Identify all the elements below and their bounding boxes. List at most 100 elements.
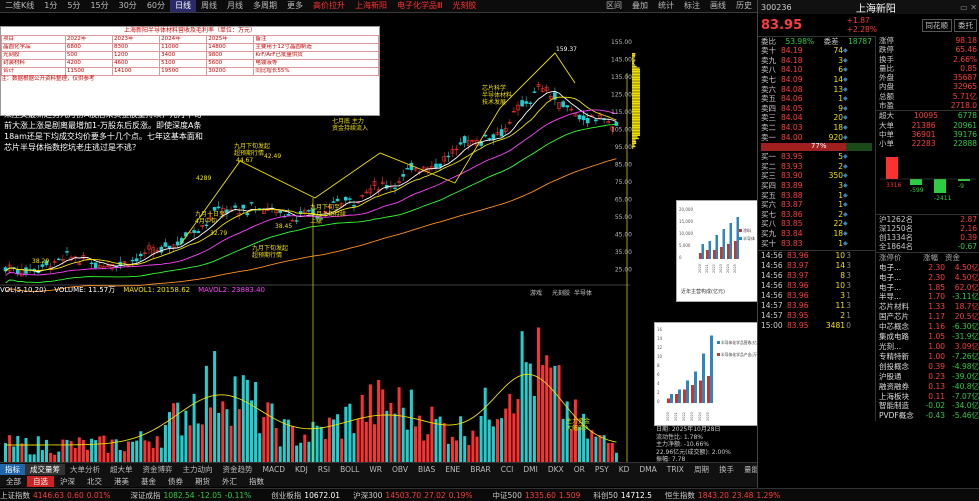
chart-tab-1[interactable]: 1分: [39, 0, 62, 12]
indicator-tab-2[interactable]: 大单分析: [65, 464, 105, 475]
chart-tab-6[interactable]: 日线: [170, 0, 196, 12]
indicator-tab-22[interactable]: DMA: [634, 465, 661, 474]
sell-order-row[interactable]: 卖七 84.09 14 ◆: [758, 75, 875, 85]
buy-order-row[interactable]: 买四 83.89 3 ◆: [758, 181, 875, 191]
indicator-tab-7[interactable]: MACD: [258, 465, 290, 474]
sector-row[interactable]: 专精特新 1.00 -7.26亿: [876, 352, 979, 362]
buy-order-row[interactable]: 买六 83.87 1 ◆: [758, 200, 875, 210]
chart-tab-3[interactable]: 15分: [85, 0, 113, 12]
sector-row[interactable]: 电子... 2.30 4.50亿: [876, 263, 979, 273]
market-tab-4[interactable]: 港美: [108, 476, 135, 487]
indicator-tab-11[interactable]: WR: [364, 465, 387, 474]
indicator-tab-9[interactable]: RSI: [313, 465, 335, 474]
chart-tab-0[interactable]: 二维K线: [0, 0, 39, 12]
indicator-tab-18[interactable]: DKX: [543, 465, 569, 474]
index-ticker-6[interactable]: 恒生指数 1843.20 23.48 1.29%: [665, 490, 790, 501]
stock-tag-3[interactable]: 光刻胶: [448, 0, 482, 12]
sell-order-row[interactable]: 卖十 84.19 74 ◆: [758, 46, 875, 56]
indicator-tab-6[interactable]: 资金趋势: [218, 464, 258, 475]
tab-weituo[interactable]: 委托: [954, 18, 977, 32]
sell-order-row[interactable]: 卖三 84.04 20 ◆: [758, 113, 875, 123]
buy-order-row[interactable]: 买八 83.85 22 ◆: [758, 219, 875, 229]
indicator-tab-15[interactable]: BRAR: [465, 465, 495, 474]
chart-tab-4[interactable]: 30分: [114, 0, 142, 12]
tool-tab-0[interactable]: 区间: [601, 0, 627, 12]
market-tab-8[interactable]: 外汇: [216, 476, 243, 487]
market-tab-1[interactable]: 自选: [27, 475, 54, 487]
indicator-tab-21[interactable]: KD: [614, 465, 635, 474]
tool-tab-2[interactable]: 统计: [653, 0, 679, 12]
indicator-tab-17[interactable]: DMI: [518, 465, 542, 474]
market-tab-2[interactable]: 沪深: [54, 476, 81, 487]
sector-row[interactable]: 电子... 2.30 4.50亿: [876, 273, 979, 283]
sector-row[interactable]: 中芯概念 1.16 -6.30亿: [876, 322, 979, 332]
indicator-tab-14[interactable]: ENE: [440, 465, 465, 474]
indicator-tab-3[interactable]: 超大单: [105, 464, 138, 475]
tool-tab-3[interactable]: 标注: [679, 0, 705, 12]
indicator-tab-4[interactable]: 资金博弈: [138, 464, 178, 475]
window-controls-icon[interactable]: ▭ ✕: [960, 3, 977, 12]
indicator-tab-5[interactable]: 主力动向: [178, 464, 218, 475]
index-ticker-2[interactable]: 创业板指 10672.01: [271, 490, 343, 501]
chart-tab-10[interactable]: 更多: [282, 0, 308, 12]
indicator-tab-10[interactable]: BOLL: [335, 465, 364, 474]
tool-tab-1[interactable]: 叠加: [627, 0, 653, 12]
market-tab-9[interactable]: 指数: [243, 476, 270, 487]
buy-order-row[interactable]: 买三 83.90 350 ◆: [758, 171, 875, 181]
index-ticker-5[interactable]: 科创50 14712.5: [593, 490, 655, 501]
market-tab-3[interactable]: 北交: [81, 476, 108, 487]
index-ticker-4[interactable]: 中证500 1335.60 1.509: [493, 490, 584, 501]
indicator-tab-23[interactable]: TRIX: [662, 465, 689, 474]
indicator-tab-1[interactable]: 成交量筹: [25, 463, 65, 475]
sector-row[interactable]: 上海板块 0.11 -7.07亿: [876, 392, 979, 402]
sell-order-row[interactable]: 卖六 84.08 13 ◆: [758, 85, 875, 95]
sector-row[interactable]: 创投概念 0.39 -4.98亿: [876, 362, 979, 372]
tab-tonghuashun[interactable]: 同花顺: [921, 18, 952, 32]
chart-tab-7[interactable]: 周线: [196, 0, 222, 12]
sell-order-row[interactable]: 卖八 84.10 6 ◆: [758, 65, 875, 75]
market-tab-6[interactable]: 债券: [162, 476, 189, 487]
buy-order-row[interactable]: 买十 83.83 1 ◆: [758, 239, 875, 249]
index-ticker-3[interactable]: 沪深300 14503.70 27.02 0.19%: [353, 490, 482, 501]
sell-order-row[interactable]: 卖二 84.03 18 ◆: [758, 123, 875, 133]
sector-row[interactable]: 电子... 1.85 62.0亿: [876, 283, 979, 293]
sell-order-row[interactable]: 卖一 84.00 920 ◆: [758, 133, 875, 143]
sector-row[interactable]: 芯片材料 1.33 18.7亿: [876, 302, 979, 312]
index-ticker-0[interactable]: 上证指数 4146.63 0.60 0.01%: [0, 490, 121, 501]
sector-row[interactable]: PVDF概念 -0.43 -5.46亿: [876, 411, 979, 421]
stock-tag-2[interactable]: 电子化学品Ⅲ: [392, 0, 448, 12]
indicator-tab-24[interactable]: 周期: [689, 464, 714, 475]
index-ticker-1[interactable]: 深证成指 1082.54 -12.05 -0.11%: [131, 490, 262, 501]
sector-row[interactable]: 光刻... 1.00 3.09亿: [876, 342, 979, 352]
sector-row[interactable]: 半导... 1.70 -3.11亿: [876, 292, 979, 302]
stock-tag-1[interactable]: 上海新阳: [350, 0, 392, 12]
indicator-tab-13[interactable]: BIAS: [413, 465, 440, 474]
market-tab-7[interactable]: 期货: [189, 476, 216, 487]
sector-row[interactable]: 沪股通 0.23 -39.0亿: [876, 372, 979, 382]
chart-tab-2[interactable]: 5分: [62, 0, 85, 12]
market-tab-5[interactable]: 基金: [135, 476, 162, 487]
buy-order-row[interactable]: 买七 83.86 2 ◆: [758, 210, 875, 220]
sector-row[interactable]: 国产芯片 1.17 20.5亿: [876, 312, 979, 322]
tool-tab-5[interactable]: 历史: [731, 0, 757, 12]
indicator-tab-19[interactable]: OR: [569, 465, 590, 474]
indicator-tab-8[interactable]: KDJ: [290, 465, 313, 474]
indicator-tab-25[interactable]: 换手: [714, 464, 739, 475]
indicator-tab-12[interactable]: OBV: [387, 465, 413, 474]
sector-row[interactable]: 集成电路 1.05 -31.9亿: [876, 332, 979, 342]
sector-row[interactable]: 融资融券 0.13 -40.8亿: [876, 382, 979, 392]
chart-tab-5[interactable]: 60分: [142, 0, 170, 12]
chart-tab-9[interactable]: 多周期: [248, 0, 282, 12]
stock-tag-0[interactable]: 高价拉升: [308, 0, 350, 12]
sector-row[interactable]: 智能制造 -0.02 -34.0亿: [876, 401, 979, 411]
sell-order-row[interactable]: 卖九 84.18 3 ◆: [758, 56, 875, 66]
sell-order-row[interactable]: 卖四 84.05 9 ◆: [758, 104, 875, 114]
chart-tab-8[interactable]: 月线: [222, 0, 248, 12]
buy-order-row[interactable]: 买九 83.84 18 ◆: [758, 229, 875, 239]
indicator-tab-0[interactable]: 指标: [0, 463, 25, 475]
indicator-tab-16[interactable]: CCI: [496, 465, 519, 474]
buy-order-row[interactable]: 买二 83.93 2 ◆: [758, 162, 875, 172]
buy-order-row[interactable]: 买五 83.88 1 ◆: [758, 191, 875, 201]
sell-order-row[interactable]: 卖五 84.06 1 ◆: [758, 94, 875, 104]
buy-order-row[interactable]: 买一 83.95 5 ◆: [758, 152, 875, 162]
